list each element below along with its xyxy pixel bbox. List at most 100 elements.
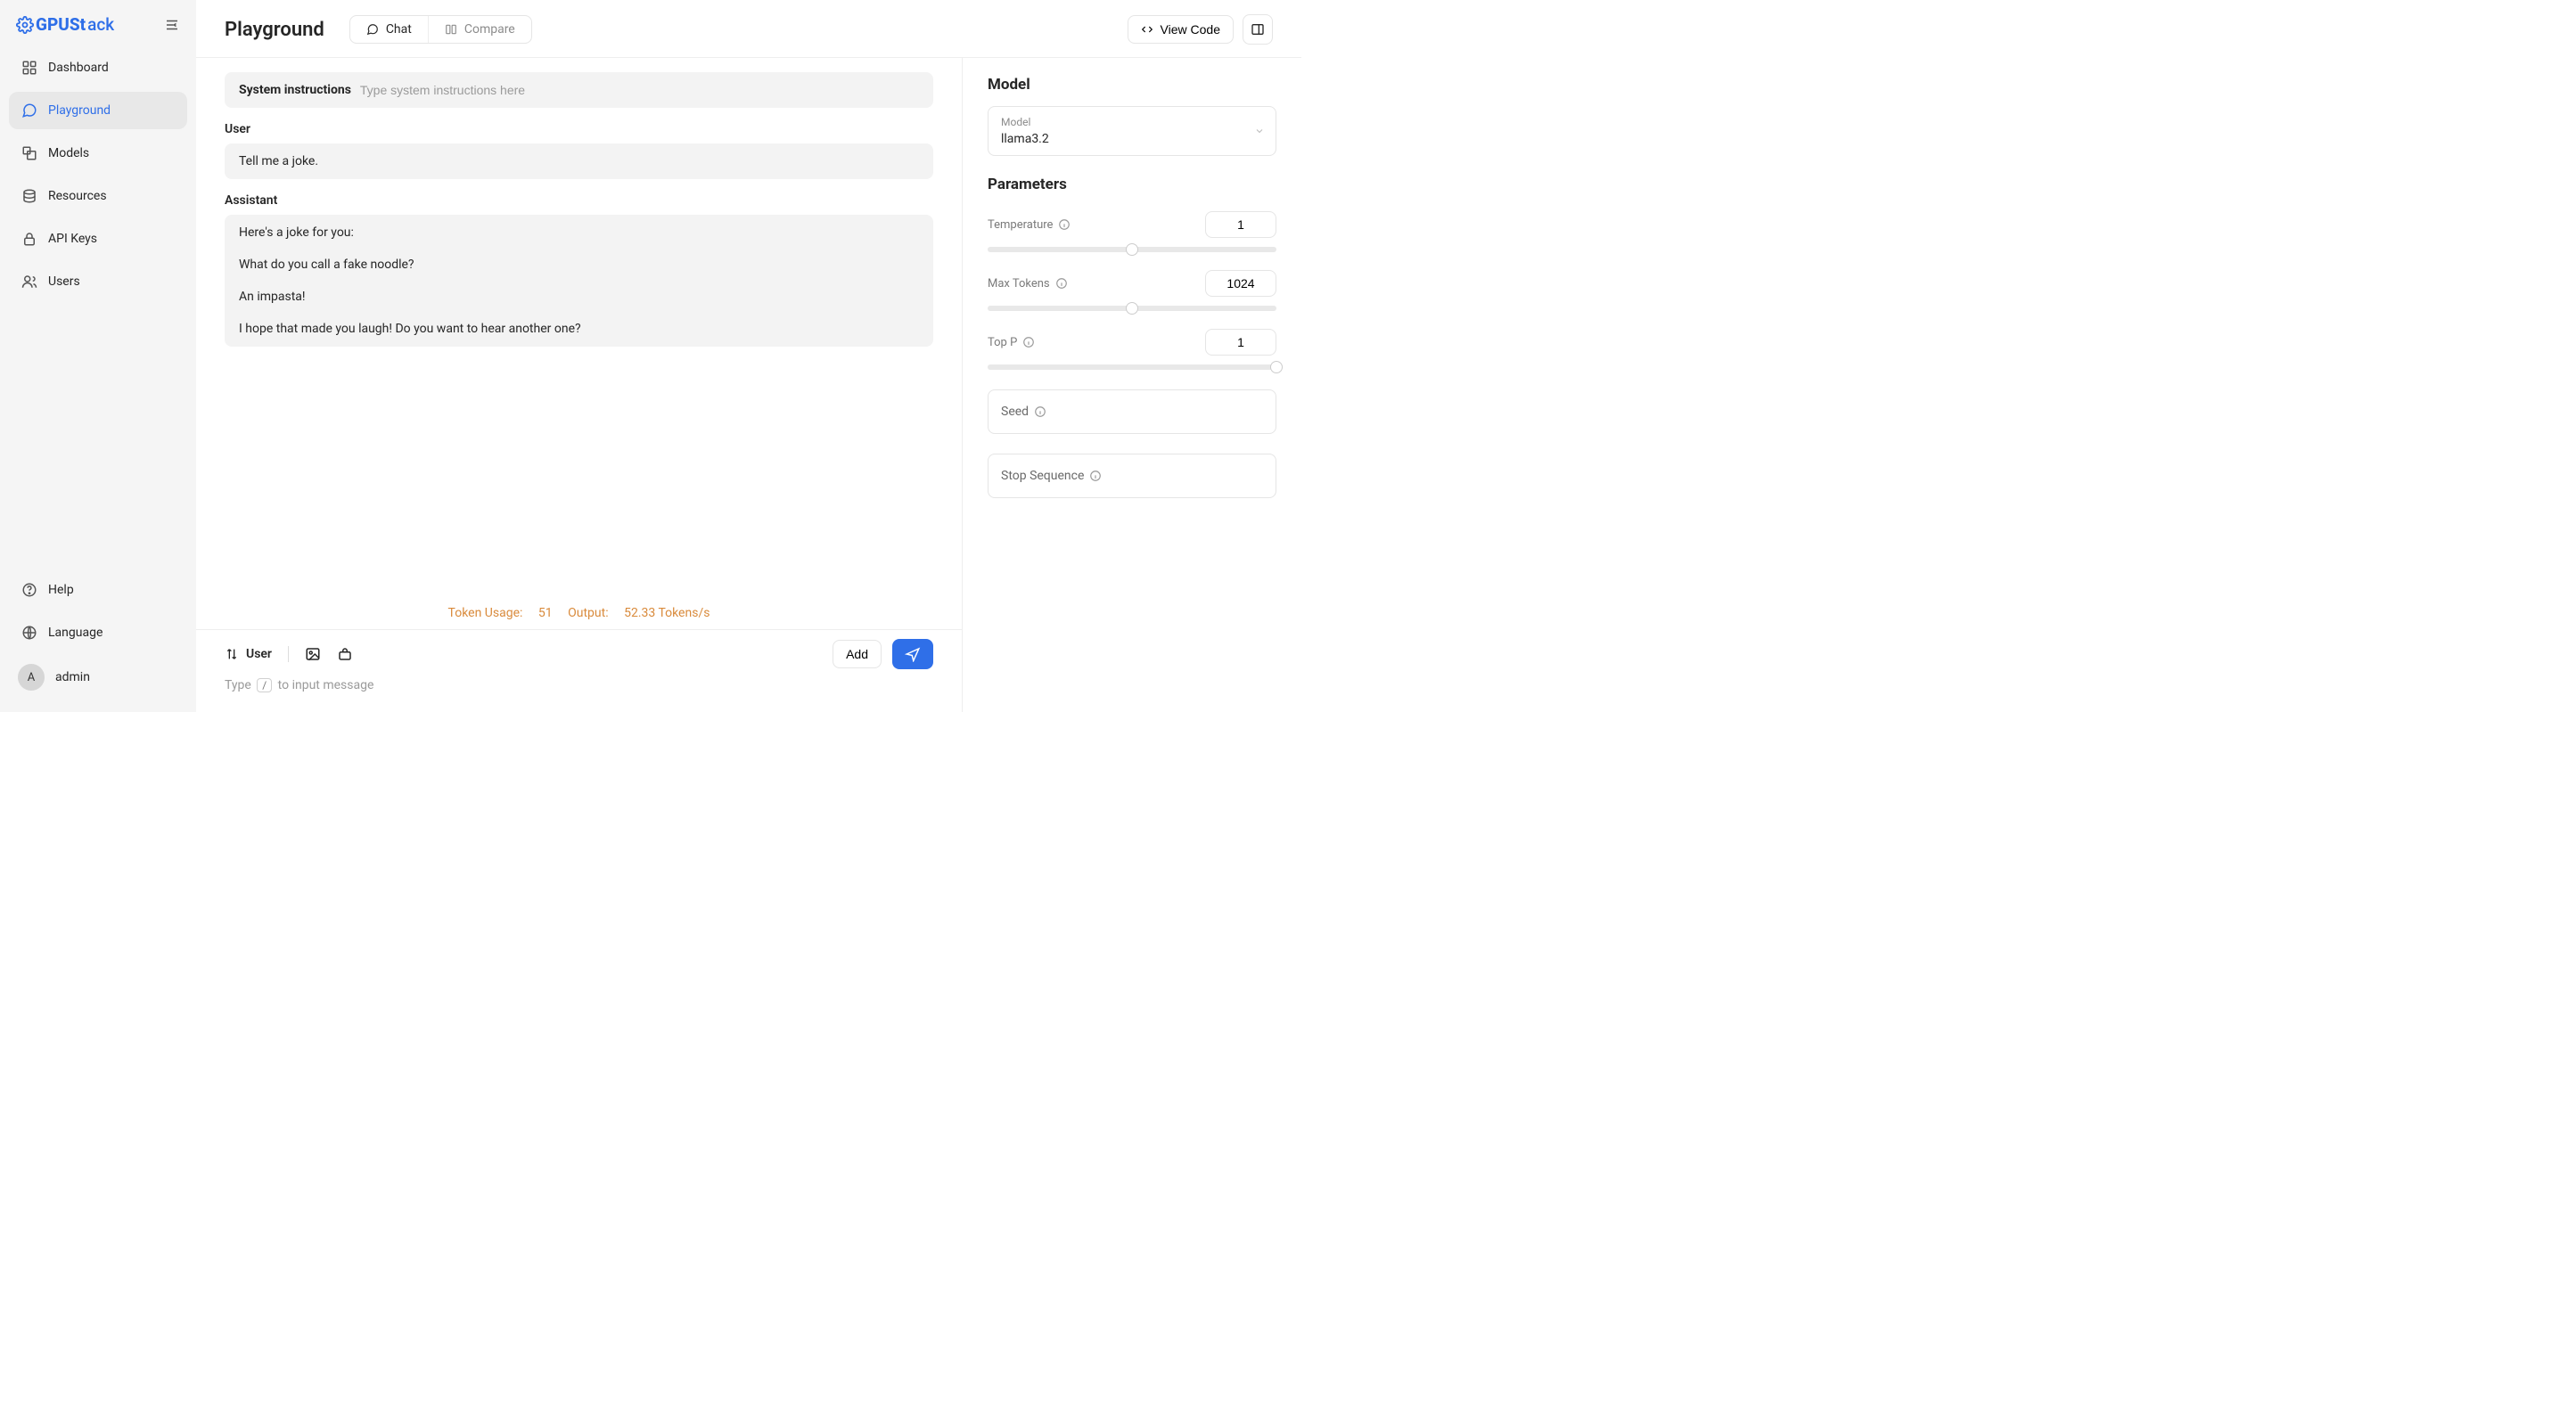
right-panel: Model Model llama3.2 Parameters Temperat…: [963, 58, 1301, 712]
param-top-p: Top P: [988, 329, 1276, 370]
sidebar-item-language[interactable]: Language: [9, 614, 187, 651]
view-code-button[interactable]: View Code: [1128, 15, 1234, 44]
stop-sequence-field[interactable]: Stop Sequence: [988, 454, 1276, 498]
temperature-label: Temperature: [988, 218, 1053, 232]
top-p-slider[interactable]: [988, 364, 1276, 370]
info-icon[interactable]: [1058, 218, 1071, 231]
system-instructions-input[interactable]: [360, 83, 919, 97]
metrics-line: Token Usage: 51 Output: 52.33 Tokens/s: [196, 595, 962, 630]
system-instructions-box: System instructions: [225, 72, 933, 108]
topbar: Playground Chat Compare: [196, 0, 1301, 58]
layers-icon: [21, 145, 37, 161]
sidebar-user[interactable]: A admin: [9, 657, 187, 698]
info-icon[interactable]: [1034, 405, 1046, 418]
add-button-label: Add: [846, 647, 868, 661]
sidebar-item-models[interactable]: Models: [9, 135, 187, 172]
database-icon: [21, 188, 37, 204]
stop-sequence-label: Stop Sequence: [1001, 469, 1084, 483]
hint-key: /: [257, 678, 272, 692]
globe-icon: [21, 625, 37, 641]
sidebar: GPUStack Dashboard Playground: [0, 0, 196, 712]
temperature-input[interactable]: [1205, 211, 1276, 238]
sidebar-item-resources[interactable]: Resources: [9, 177, 187, 215]
role-select[interactable]: User: [225, 647, 272, 661]
model-heading: Model: [988, 76, 1276, 94]
toggle-right-panel-button[interactable]: [1243, 14, 1273, 45]
temperature-slider[interactable]: [988, 247, 1276, 252]
chevron-down-icon: [1254, 126, 1265, 136]
assistant-line: I hope that made you laugh! Do you want …: [239, 322, 919, 336]
info-icon[interactable]: [1055, 277, 1068, 290]
info-icon[interactable]: [1089, 470, 1102, 482]
tab-label: Chat: [386, 22, 412, 37]
sidebar-item-label: API Keys: [48, 232, 97, 246]
assistant-line: What do you call a fake noodle?: [239, 258, 919, 272]
max-tokens-label: Max Tokens: [988, 277, 1050, 291]
output-rate: Output: 52.33 Tokens/s: [568, 606, 710, 620]
sidebar-item-label: Resources: [48, 189, 107, 203]
model-select-label: Model: [1001, 116, 1263, 128]
seed-field[interactable]: Seed: [988, 389, 1276, 434]
gear-icon: [16, 16, 34, 34]
sidebar-collapse-button[interactable]: [164, 17, 180, 33]
users-icon: [21, 274, 37, 290]
add-button[interactable]: Add: [833, 640, 882, 668]
message-icon: [366, 23, 379, 36]
top-p-label: Top P: [988, 336, 1017, 349]
max-tokens-slider[interactable]: [988, 306, 1276, 311]
send-button[interactable]: [892, 639, 933, 669]
tab-compare[interactable]: Compare: [428, 16, 531, 43]
dashboard-icon: [21, 60, 37, 76]
sidebar-item-users[interactable]: Users: [9, 263, 187, 300]
code-icon: [1141, 23, 1153, 36]
tab-chat[interactable]: Chat: [350, 16, 428, 43]
role-assistant-heading: Assistant: [225, 193, 933, 208]
model-select[interactable]: Model llama3.2: [988, 106, 1276, 156]
conversation-column: System instructions User Tell me a joke.…: [196, 58, 963, 712]
swap-icon: [225, 647, 239, 661]
compare-icon: [445, 23, 457, 36]
sidebar-item-help[interactable]: Help: [9, 571, 187, 609]
model-select-value: llama3.2: [1001, 132, 1263, 146]
message-input[interactable]: Type / to input message: [225, 678, 933, 692]
tools-button[interactable]: [337, 646, 353, 662]
brand-text-stack: ack: [87, 14, 114, 35]
param-temperature: Temperature: [988, 211, 1276, 252]
sidebar-item-playground[interactable]: Playground: [9, 92, 187, 129]
help-icon: [21, 582, 37, 598]
composer: User Add: [196, 630, 962, 712]
main: Playground Chat Compare: [196, 0, 1301, 712]
lock-icon: [21, 231, 37, 247]
nav: Dashboard Playground Models Resources: [9, 49, 187, 300]
tab-label: Compare: [464, 22, 515, 37]
max-tokens-input[interactable]: [1205, 270, 1276, 297]
chat-icon: [21, 102, 37, 119]
avatar: A: [18, 664, 45, 691]
divider: [288, 646, 289, 662]
user-message[interactable]: Tell me a joke.: [225, 143, 933, 179]
sidebar-item-label: Dashboard: [48, 61, 109, 75]
sidebar-item-label: Users: [48, 274, 80, 289]
sidebar-item-api-keys[interactable]: API Keys: [9, 220, 187, 258]
assistant-line: Here's a joke for you:: [239, 225, 919, 240]
assistant-message[interactable]: Here's a joke for you: What do you call …: [225, 215, 933, 347]
sidebar-item-dashboard[interactable]: Dashboard: [9, 49, 187, 86]
role-select-value: User: [246, 647, 272, 661]
user-message-text: Tell me a joke.: [239, 154, 318, 168]
top-p-input[interactable]: [1205, 329, 1276, 356]
brand-logo[interactable]: GPUStack: [16, 14, 114, 35]
info-icon[interactable]: [1022, 336, 1035, 348]
page-title: Playground: [225, 19, 324, 41]
system-instructions-label: System instructions: [239, 83, 351, 97]
param-max-tokens: Max Tokens: [988, 270, 1276, 311]
hint-suffix: to input message: [275, 678, 373, 692]
token-usage: Token Usage: 51: [448, 606, 553, 620]
seed-label: Seed: [1001, 405, 1029, 419]
brand-text-gpu: GPUSt: [36, 14, 86, 35]
hint-prefix: Type: [225, 678, 254, 692]
view-code-label: View Code: [1161, 22, 1220, 37]
attach-image-button[interactable]: [305, 646, 321, 662]
panel-icon: [1251, 22, 1265, 37]
sidebar-item-label: Models: [48, 146, 89, 160]
user-name: admin: [55, 670, 90, 684]
